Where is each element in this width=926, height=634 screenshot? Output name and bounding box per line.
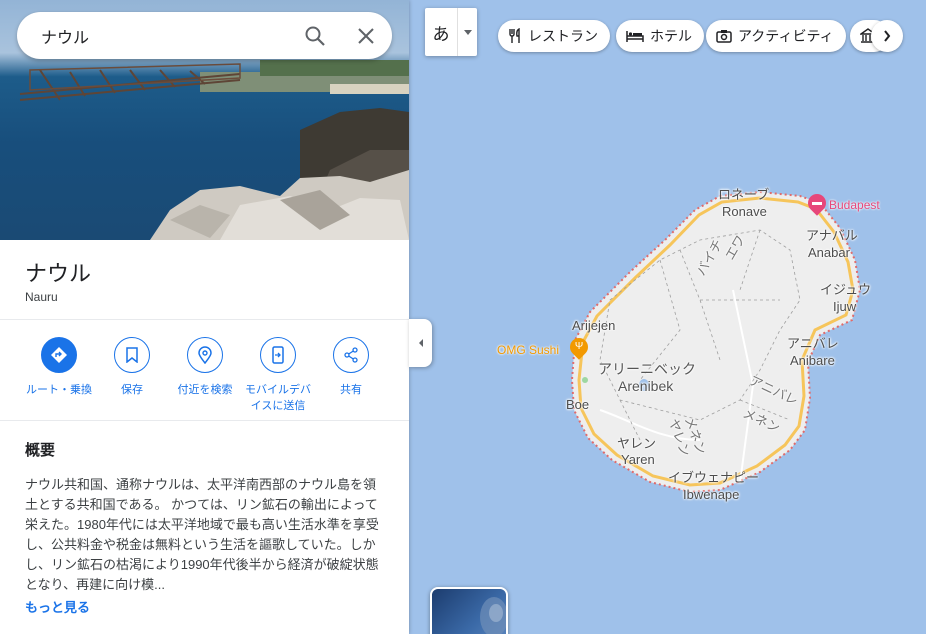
chips-scroll-right-button[interactable]	[871, 20, 903, 52]
poi-label-budapest[interactable]: Budapest	[829, 198, 880, 212]
nearby-icon	[187, 337, 223, 373]
restaurant-pin-icon[interactable]: Ψ	[566, 334, 592, 360]
camera-icon	[716, 30, 732, 43]
show-more-link[interactable]: もっと見る	[25, 597, 90, 616]
share-button[interactable]: 共有	[314, 337, 388, 398]
map-label-boe: Boe	[566, 397, 590, 412]
search-icon[interactable]	[303, 24, 327, 48]
share-label: 共有	[340, 384, 362, 396]
map-label-arenibek-jp: アリーニベック	[598, 361, 696, 377]
close-icon[interactable]	[354, 24, 378, 48]
chip-activities[interactable]: アクティビティ	[706, 20, 846, 52]
chip-activities-label: アクティビティ	[738, 28, 834, 44]
directions-icon	[41, 337, 77, 373]
send-to-phone-icon	[260, 337, 296, 373]
chevron-down-icon[interactable]	[458, 29, 477, 35]
map-label-anabar-jp: アナバル	[806, 228, 858, 243]
map-label-arijejen: Arijejen	[572, 318, 616, 333]
place-hero-photo[interactable]	[0, 0, 409, 240]
chevron-left-icon	[418, 339, 423, 347]
layers-toggle-thumbnail[interactable]	[430, 587, 508, 634]
chevron-right-icon	[884, 30, 891, 42]
poi-label-omg-sushi[interactable]: OMG Sushi	[497, 343, 559, 357]
map-label-ronave: Ronave	[722, 204, 767, 219]
chip-restaurants[interactable]: レストラン	[498, 20, 610, 52]
chip-hotels[interactable]: ホテル	[616, 20, 704, 52]
map-label-yaren: Yaren	[621, 452, 655, 467]
collapse-panel-button[interactable]	[409, 319, 432, 367]
map-label-ibwenape: Ibwenape	[683, 487, 740, 502]
share-icon	[333, 337, 369, 373]
map-label-yaren-jp: ヤレン	[617, 436, 657, 451]
search-box[interactable]	[17, 12, 392, 59]
satellite-preview-icon	[480, 597, 506, 634]
map-label-ijuw-jp: イジュウ	[820, 282, 872, 297]
save-button[interactable]: 保存	[95, 337, 169, 398]
map-label-anabar: Anabar	[808, 245, 850, 260]
map-label-anibare: Anibare	[790, 353, 835, 368]
restaurant-icon	[509, 28, 520, 43]
send-to-phone-label: モバイルデバイスに送信	[245, 384, 311, 412]
map-label-ronave-jp: ロネーブ	[718, 187, 770, 202]
chip-restaurants-label: レストラン	[528, 28, 598, 44]
map-label-arenibek: Arenibek	[618, 378, 674, 394]
overview-section: 概要 ナウル共和国、通称ナウルは、太平洋南西部のナウル島を領土とする共和国である…	[0, 421, 409, 634]
search-input[interactable]	[41, 26, 301, 45]
directions-label: ルート・乗換	[26, 384, 92, 396]
save-label: 保存	[121, 384, 143, 396]
map-label-anibare-jp: アニバレ	[787, 336, 839, 351]
send-to-phone-button[interactable]: モバイルデバイスに送信	[241, 337, 315, 414]
place-panel: ナウル Nauru ルート・乗換 保存 付近を検索 モバイルデバイスに送信	[0, 0, 409, 634]
map-label-ibwenape-jp: イブウェナピー	[668, 470, 760, 485]
bookmark-icon	[114, 337, 150, 373]
chip-hotels-label: ホテル	[650, 28, 692, 44]
action-bar: ルート・乗換 保存 付近を検索 モバイルデバイスに送信 共有	[0, 321, 409, 421]
language-glyph: あ	[432, 24, 450, 44]
overview-title: 概要	[25, 442, 56, 459]
place-header: ナウル Nauru	[0, 240, 409, 320]
place-subtitle: Nauru	[25, 290, 58, 304]
hotel-icon	[626, 31, 644, 42]
input-language-button[interactable]: あ	[425, 8, 477, 56]
search-nearby-label: 付近を検索	[177, 384, 233, 396]
directions-button[interactable]: ルート・乗換	[22, 337, 96, 398]
overview-body: ナウル共和国、通称ナウルは、太平洋南西部のナウル島を領土とする共和国である。 か…	[25, 477, 379, 592]
search-nearby-button[interactable]: 付近を検索	[168, 337, 242, 398]
place-title: ナウル	[25, 261, 92, 286]
map-label-ijuw: Ijuw	[833, 299, 857, 314]
hotel-pin-icon[interactable]: ▬	[804, 190, 830, 216]
